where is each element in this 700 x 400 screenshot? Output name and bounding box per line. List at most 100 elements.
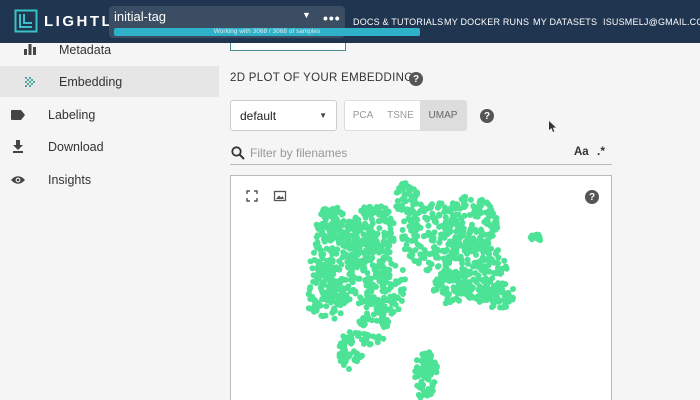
embedding-point[interactable] [443,268,450,275]
embedding-point[interactable] [406,252,413,259]
embedding-point[interactable] [368,247,375,254]
embedding-point[interactable] [415,391,422,398]
embedding-point[interactable] [463,248,470,255]
embedding-point[interactable] [450,275,457,282]
embedding-point[interactable] [323,211,329,218]
embedding-point[interactable] [424,267,431,274]
embedding-point[interactable] [363,304,370,311]
embedding-point[interactable] [352,256,359,262]
embedding-point[interactable] [337,235,344,242]
embedding-point[interactable] [459,260,466,267]
match-case-toggle[interactable]: Aa [574,146,589,158]
embedding-point[interactable] [461,276,468,283]
embedding-point[interactable] [491,259,497,266]
embedding-point[interactable] [346,366,352,372]
embedding-point[interactable] [473,295,480,302]
embedding-point[interactable] [381,317,388,323]
embedding-point[interactable] [320,296,327,303]
embedding-point[interactable] [305,305,312,312]
embedding-point[interactable] [331,315,338,322]
embedding-point[interactable] [455,297,462,304]
embedding-point[interactable] [393,189,400,196]
embedding-point[interactable] [315,270,322,277]
nav-user-account[interactable]: ISUSMELJ@GMAIL.COM [603,0,700,43]
embedding-point[interactable] [322,312,329,319]
embedding-select[interactable]: default ▼ [230,100,337,131]
embedding-point[interactable] [473,244,480,251]
embedding-point[interactable] [398,297,405,304]
embedding-point[interactable] [322,221,329,228]
embedding-point[interactable] [444,231,451,238]
filename-filter-input[interactable] [250,144,550,162]
embedding-point[interactable] [469,221,475,228]
embedding-point[interactable] [492,226,499,233]
embedding-point[interactable] [486,213,493,220]
embedding-point[interactable] [406,191,413,198]
sidebar-item-download[interactable]: Download [0,131,219,162]
embedding-point[interactable] [426,357,433,364]
embedding-point[interactable] [411,236,418,243]
nav-docs-link[interactable]: DOCS & TUTORIALS [353,0,443,43]
embedding-point[interactable] [360,315,367,322]
embedding-point[interactable] [374,309,381,316]
embedding-point[interactable] [368,216,375,223]
nav-docker-runs-link[interactable]: MY DOCKER RUNS [444,0,529,43]
embedding-point[interactable] [443,289,450,296]
embedding-point[interactable] [359,237,366,244]
method-pca-button[interactable]: PCA [345,101,381,130]
embedding-point[interactable] [323,303,330,310]
embedding-point[interactable] [340,285,347,292]
embedding-point[interactable] [356,275,363,282]
embedding-point[interactable] [364,331,371,338]
more-options-icon[interactable]: ••• [323,10,341,26]
embedding-point[interactable] [394,198,401,204]
embedding-point[interactable] [338,261,345,268]
embedding-point[interactable] [306,291,313,298]
method-umap-button[interactable]: UMAP [420,101,466,130]
embedding-point[interactable] [339,358,346,365]
embedding-point[interactable] [400,195,407,202]
embedding-point[interactable] [390,309,397,315]
embedding-point[interactable] [321,238,328,245]
embedding-point[interactable] [435,203,442,210]
embedding-point[interactable] [413,357,420,364]
embedding-point[interactable] [495,254,502,261]
embedding-point[interactable] [411,197,418,204]
embedding-point[interactable] [446,297,453,304]
embedding-point[interactable] [351,246,358,253]
embedding-point[interactable] [420,233,427,240]
embedding-point[interactable] [350,286,357,293]
embedding-point[interactable] [336,208,343,215]
embedding-point[interactable] [346,271,353,278]
embedding-point[interactable] [364,257,371,264]
embedding-point[interactable] [388,260,395,267]
embedding-point[interactable] [400,291,406,297]
embedding-point[interactable] [494,265,501,271]
embedding-point[interactable] [354,332,361,339]
embedding-point[interactable] [379,248,386,254]
embedding-point[interactable] [464,240,471,247]
embedding-point[interactable] [466,228,473,235]
embedding-point[interactable] [330,271,337,278]
embedding-point[interactable] [531,233,538,240]
embedding-point[interactable] [329,251,336,258]
embedding-point[interactable] [431,359,438,366]
embedding-point[interactable] [450,284,457,291]
embedding-point[interactable] [315,225,322,232]
embedding-point[interactable] [337,302,344,309]
embedding-point[interactable] [373,263,380,270]
embedding-point[interactable] [493,248,500,255]
embedding-point[interactable] [454,201,461,208]
embedding-point[interactable] [435,263,442,270]
embedding-point[interactable] [333,216,340,222]
embedding-point[interactable] [342,298,349,305]
embedding-point[interactable] [347,265,354,272]
nav-datasets-link[interactable]: MY DATASETS [533,0,597,43]
regex-toggle[interactable]: .* [597,144,605,158]
embedding-point[interactable] [455,211,462,218]
embedding-point[interactable] [480,297,487,304]
embedding-point[interactable] [416,257,423,264]
embedding-point[interactable] [346,329,353,336]
embedding-point[interactable] [399,267,406,273]
embedding-point[interactable] [407,217,414,224]
